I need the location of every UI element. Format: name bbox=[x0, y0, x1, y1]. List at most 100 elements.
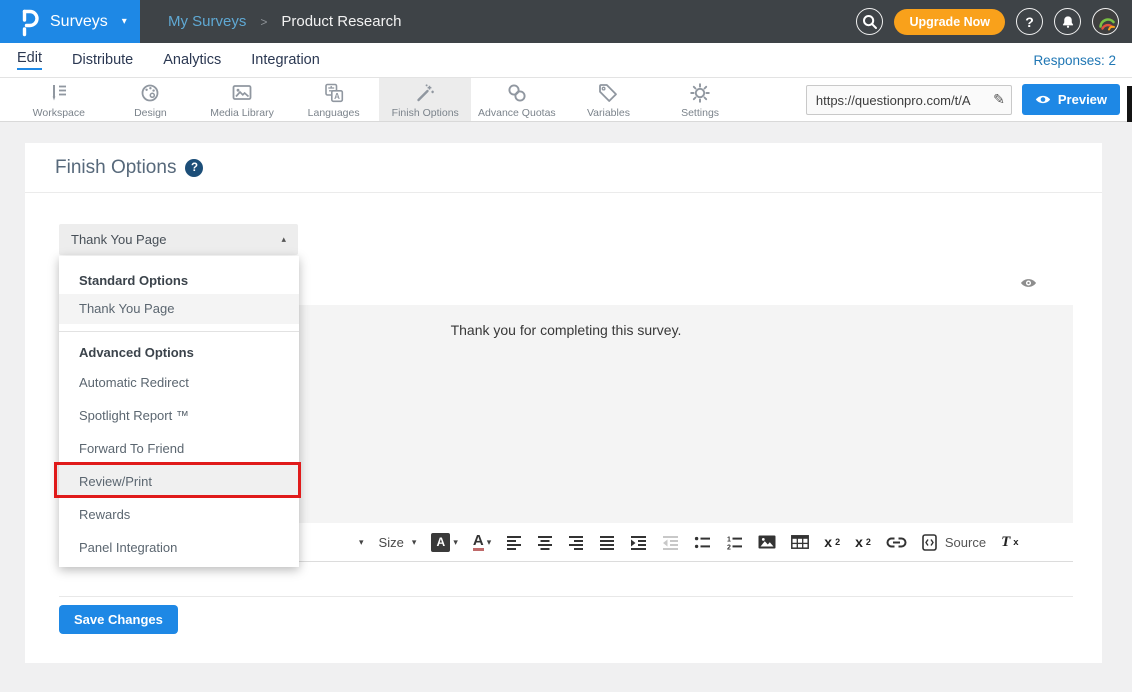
bulleted-list-button[interactable] bbox=[694, 535, 711, 550]
survey-url-input[interactable] bbox=[806, 85, 1012, 115]
ribbon-label: Languages bbox=[308, 107, 360, 119]
breadcrumb-current: Product Research bbox=[281, 13, 401, 30]
save-changes-button[interactable]: Save Changes bbox=[59, 605, 178, 634]
product-menu-label: Surveys bbox=[50, 13, 108, 31]
notifications-button[interactable] bbox=[1054, 8, 1081, 35]
font-size-dropdown[interactable]: Size ▾ bbox=[379, 535, 417, 550]
align-left-button[interactable] bbox=[506, 535, 522, 550]
question-mark-icon: ? bbox=[1025, 14, 1034, 30]
superscript-button[interactable]: x2 bbox=[855, 536, 871, 548]
breadcrumb: My Surveys > Product Research bbox=[168, 13, 401, 30]
ribbon-item-variables[interactable]: Variables bbox=[563, 78, 655, 121]
dropdown-group-standard-options: Standard Options bbox=[59, 268, 299, 294]
ribbon-item-design[interactable]: Design bbox=[105, 78, 197, 121]
top-bar: Surveys ▾ My Surveys > Product Research … bbox=[0, 0, 1132, 43]
avatar-logo-icon bbox=[1094, 10, 1118, 34]
ribbon-item-workspace[interactable]: Workspace bbox=[13, 78, 105, 121]
dropdown-item-panel-integration[interactable]: Panel Integration bbox=[59, 531, 299, 564]
tab-edit[interactable]: Edit bbox=[17, 50, 42, 70]
search-icon bbox=[860, 12, 880, 32]
account-avatar[interactable] bbox=[1092, 8, 1119, 35]
subscript-button[interactable]: x2 bbox=[824, 536, 840, 548]
divider bbox=[59, 331, 299, 332]
survey-tab-bar: Edit Distribute Analytics Integration Re… bbox=[0, 43, 1132, 78]
numbered-list-button[interactable]: 1 2 bbox=[726, 535, 743, 550]
insert-table-button[interactable] bbox=[791, 535, 809, 549]
breadcrumb-my-surveys[interactable]: My Surveys bbox=[168, 13, 246, 30]
dropdown-item-spotlight-report[interactable]: Spotlight Report ™ bbox=[59, 399, 299, 432]
ribbon-item-advance-quotas[interactable]: Advance Quotas bbox=[471, 78, 563, 121]
select-value: Thank You Page bbox=[71, 232, 166, 247]
ribbon-label: Variables bbox=[587, 107, 630, 119]
ribbon-item-settings[interactable]: Settings bbox=[654, 78, 746, 121]
justify-button[interactable] bbox=[599, 535, 615, 550]
link-button[interactable] bbox=[886, 537, 907, 548]
source-button[interactable]: Source bbox=[922, 534, 986, 551]
finish-option-select[interactable]: Thank You Page ▴ bbox=[59, 224, 298, 255]
product-menu[interactable]: Surveys ▾ bbox=[0, 0, 140, 43]
ribbon-label: Finish Options bbox=[392, 107, 459, 119]
preview-label: Preview bbox=[1058, 92, 1107, 107]
dropdown-item-forward-to-friend[interactable]: Forward To Friend bbox=[59, 432, 299, 465]
page-title: Finish Options bbox=[55, 157, 176, 179]
tab-distribute[interactable]: Distribute bbox=[72, 52, 133, 68]
bell-icon bbox=[1059, 13, 1077, 31]
text-color-icon: A bbox=[473, 533, 484, 551]
dropdown-group-advanced-options: Advanced Options bbox=[59, 340, 299, 366]
thank-you-text: Thank you for completing this survey. bbox=[451, 322, 682, 338]
caret-up-icon: ▴ bbox=[281, 234, 286, 245]
preview-button[interactable]: Preview bbox=[1022, 84, 1120, 115]
tab-analytics[interactable]: Analytics bbox=[163, 52, 221, 68]
align-right-button[interactable] bbox=[568, 535, 584, 550]
align-center-button[interactable] bbox=[537, 535, 553, 550]
insert-image-button[interactable] bbox=[758, 535, 776, 549]
gear-icon bbox=[688, 81, 712, 105]
svg-text:2: 2 bbox=[727, 544, 731, 549]
app-window: Surveys ▾ My Surveys > Product Research … bbox=[0, 0, 1132, 692]
image-icon bbox=[230, 81, 254, 105]
dropdown-item-review-print[interactable]: Review/Print bbox=[59, 465, 299, 498]
translate-icon: A bbox=[322, 81, 346, 105]
palette-icon bbox=[138, 81, 162, 105]
ribbon-item-finish-options[interactable]: Finish Options bbox=[379, 78, 471, 121]
font-dropdown[interactable]: ▾ bbox=[359, 537, 364, 548]
outdent-button[interactable] bbox=[662, 535, 679, 550]
ribbon-label: Design bbox=[134, 107, 167, 119]
text-color-button[interactable]: A ▾ bbox=[473, 533, 491, 551]
tag-icon bbox=[596, 81, 620, 105]
editor-preview-eye-icon[interactable] bbox=[1020, 277, 1037, 289]
svg-text:A: A bbox=[334, 92, 340, 101]
finish-option-dropdown-panel: Standard Options Thank You Page Advanced… bbox=[59, 256, 299, 567]
remove-format-button[interactable]: Tx bbox=[1001, 534, 1018, 551]
divider bbox=[59, 596, 1073, 597]
ribbon-label: Settings bbox=[681, 107, 719, 119]
help-button[interactable]: ? bbox=[1016, 8, 1043, 35]
dropdown-item-automatic-redirect[interactable]: Automatic Redirect bbox=[59, 366, 299, 399]
divider bbox=[25, 192, 1102, 193]
background-color-button[interactable]: A ▾ bbox=[431, 533, 458, 552]
help-tooltip-icon[interactable]: ? bbox=[185, 159, 203, 177]
magic-wand-icon bbox=[413, 81, 437, 105]
eye-icon bbox=[1035, 94, 1051, 105]
questionpro-logo-icon bbox=[18, 7, 40, 37]
dropdown-item-thank-you-page[interactable]: Thank You Page bbox=[59, 294, 299, 324]
screen-edge-artifact bbox=[1127, 86, 1132, 122]
dropdown-item-rewards[interactable]: Rewards bbox=[59, 498, 299, 531]
search-button[interactable] bbox=[856, 8, 883, 35]
upgrade-now-button[interactable]: Upgrade Now bbox=[894, 9, 1005, 35]
ribbon-item-languages[interactable]: A Languages bbox=[288, 78, 380, 121]
tab-integration[interactable]: Integration bbox=[251, 52, 320, 68]
topbar-actions: Upgrade Now ? bbox=[856, 8, 1119, 35]
workspace-icon bbox=[47, 81, 71, 105]
ribbon-label: Advance Quotas bbox=[478, 107, 556, 119]
indent-button[interactable] bbox=[630, 535, 647, 550]
ribbon-item-media-library[interactable]: Media Library bbox=[196, 78, 288, 121]
responses-count[interactable]: Responses: 2 bbox=[1033, 53, 1116, 68]
source-label: Source bbox=[945, 535, 986, 550]
ribbon-label: Workspace bbox=[33, 107, 85, 119]
chevron-down-icon: ▾ bbox=[122, 16, 127, 27]
pencil-icon[interactable]: ✎ bbox=[993, 91, 1005, 108]
breadcrumb-separator: > bbox=[260, 15, 267, 29]
chain-rings-icon bbox=[505, 81, 529, 105]
panel-header: Finish Options ? bbox=[25, 143, 1102, 179]
